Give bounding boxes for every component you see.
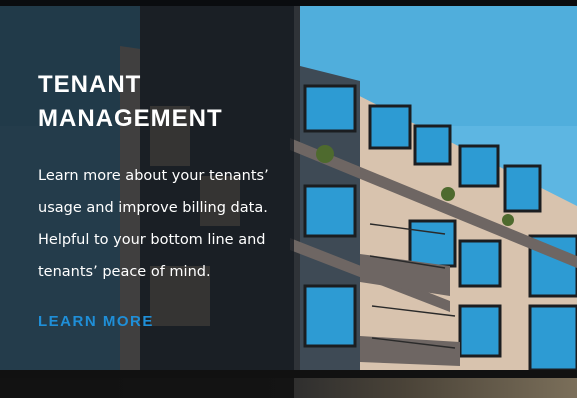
card-title-line2: MANAGEMENT: [38, 105, 223, 132]
card-description-line1: Learn more about your tenants’: [38, 168, 269, 184]
card-description-line3: Helpful to your bottom line and: [38, 232, 266, 248]
text-overlay-panel: TENANT MANAGEMENT Learn more about your …: [0, 6, 294, 370]
card-description: Learn more about your tenants’ usage and…: [38, 160, 282, 288]
card-description-line4: tenants’ peace of mind.: [38, 264, 211, 280]
page: TENANT MANAGEMENT Learn more about your …: [0, 0, 577, 398]
tenant-management-card: TENANT MANAGEMENT Learn more about your …: [0, 6, 577, 370]
learn-more-link[interactable]: LEARN MORE: [38, 313, 154, 330]
card-description-line2: usage and improve billing data.: [38, 200, 268, 216]
next-card-overlay-peek: [0, 378, 294, 398]
card-title: TENANT MANAGEMENT: [38, 68, 278, 136]
card-title-line1: TENANT: [38, 71, 142, 98]
